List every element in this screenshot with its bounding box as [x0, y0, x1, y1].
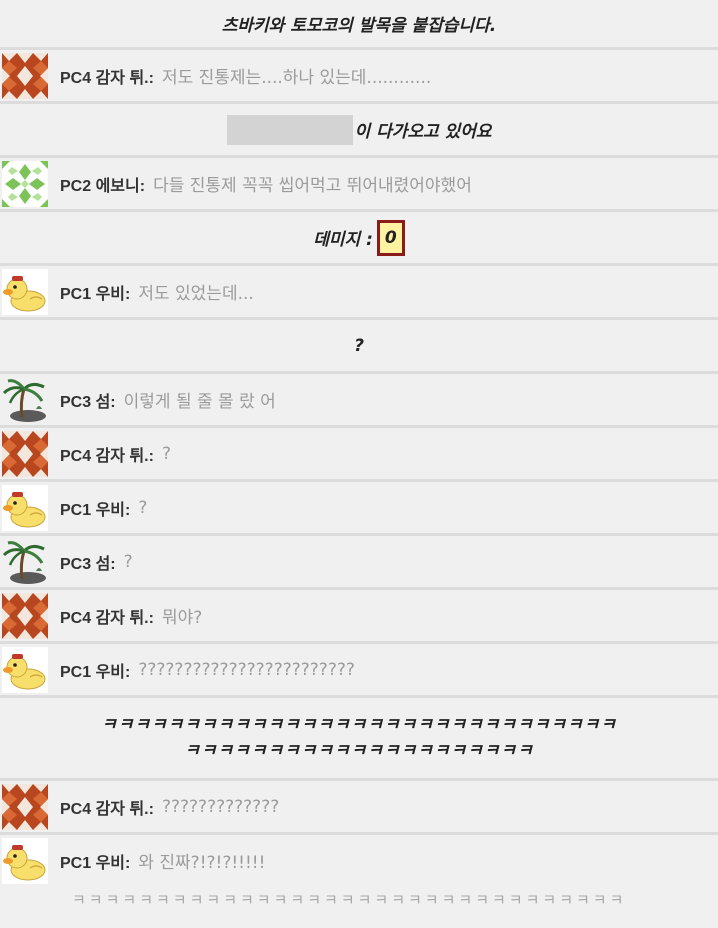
system-question: ?: [0, 320, 718, 371]
chat-message: PC1 우비: ?: [0, 482, 718, 533]
message-text: 뭐야?: [161, 608, 203, 628]
chat-message: PC3 섬: 이렇게 될 줄 몰 랐 어: [0, 374, 718, 425]
system-approach: 이 다가오고 있어요: [0, 104, 718, 155]
red-quilt-avatar-icon[interactable]: [2, 431, 48, 477]
damage-value-box: 0: [376, 219, 405, 256]
chat-message: PC4 감자 튀.: 뭐야?: [0, 590, 718, 641]
speaker-name[interactable]: PC4 감자 튀.:: [60, 795, 154, 819]
laugh-line-2: ㅋㅋㅋㅋㅋㅋㅋㅋㅋㅋㅋㅋㅋㅋㅋㅋㅋㅋㅋㅋㅋ: [184, 741, 534, 761]
red-quilt-avatar-icon[interactable]: [2, 593, 48, 639]
green-pattern-avatar-icon[interactable]: [2, 161, 48, 207]
chat-log: 츠바키와 토모코의 발목을 붙잡습니다. PC4 감자 튀.: 저도 진통제는.…: [0, 0, 718, 916]
chat-message: PC4 감자 튀.: ?: [0, 428, 718, 479]
damage-label: 데미지 :: [313, 230, 373, 250]
chat-message: PC4 감자 튀.: ?????????????: [0, 781, 718, 832]
red-quilt-avatar-icon[interactable]: [2, 784, 48, 830]
approach-text: 이 다가오고 있어요: [354, 122, 492, 142]
speaker-name[interactable]: PC1 우비:: [60, 496, 130, 520]
message-text: 저도 있었는데...: [138, 284, 254, 304]
system-laugh: ㅋㅋㅋㅋㅋㅋㅋㅋㅋㅋㅋㅋㅋㅋㅋㅋㅋㅋㅋㅋㅋㅋㅋㅋㅋㅋㅋㅋㅋㅋㅋ ㅋㅋㅋㅋㅋㅋㅋㅋ…: [0, 698, 718, 778]
speaker-name[interactable]: PC1 우비:: [60, 280, 130, 304]
chat-message: PC1 우비: ????????????????????????: [0, 644, 718, 695]
message-text: ?: [161, 443, 171, 464]
palm-island-avatar-icon[interactable]: [2, 539, 48, 585]
chat-message: PC4 감자 튀.: 저도 진통제는....하나 있는데............: [0, 50, 718, 101]
yellow-duck-avatar-icon[interactable]: [2, 269, 48, 315]
yellow-duck-avatar-icon[interactable]: [2, 838, 48, 884]
redacted-block: [226, 114, 353, 145]
message-text: ?: [123, 551, 133, 572]
footer-laugh-text: ㅋㅋㅋㅋㅋㅋㅋㅋㅋㅋㅋㅋㅋㅋㅋㅋㅋㅋㅋㅋㅋㅋㅋㅋㅋㅋㅋㅋㅋㅋㅋㅋㅋ: [72, 891, 627, 909]
message-text: ?: [138, 497, 148, 518]
yellow-duck-avatar-icon[interactable]: [2, 647, 48, 693]
speaker-name[interactable]: PC3 섬:: [60, 550, 116, 574]
message-text: ????????????????????????: [138, 659, 355, 680]
yellow-duck-avatar-icon[interactable]: [2, 485, 48, 531]
message-text: 다들 진통제 꼭꼭 씹어먹고 뛰어내렸어야했어: [153, 176, 472, 196]
message-text: ?????????????: [161, 796, 280, 817]
message-text: 이렇게 될 줄 몰 랐 어: [123, 392, 276, 412]
speaker-name[interactable]: PC4 감자 튀.:: [60, 64, 154, 88]
speaker-name[interactable]: PC4 감자 튀.:: [60, 604, 154, 628]
red-quilt-avatar-icon[interactable]: [2, 53, 48, 99]
speaker-name[interactable]: PC2 에보니:: [60, 172, 145, 196]
speaker-name[interactable]: PC1 우비:: [60, 658, 130, 682]
system-title: 츠바키와 토모코의 발목을 붙잡습니다.: [0, 0, 718, 47]
speaker-name[interactable]: PC3 섬:: [60, 388, 116, 412]
question-text: ?: [354, 335, 364, 356]
chat-message: PC1 우비: 와 진짜?!?!?!!!!!: [0, 835, 718, 886]
chat-message: PC3 섬: ?: [0, 536, 718, 587]
laugh-line-1: ㅋㅋㅋㅋㅋㅋㅋㅋㅋㅋㅋㅋㅋㅋㅋㅋㅋㅋㅋㅋㅋㅋㅋㅋㅋㅋㅋㅋㅋㅋㅋ: [101, 715, 617, 735]
chat-message: PC1 우비: 저도 있었는데...: [0, 266, 718, 317]
message-text: 저도 진통제는....하나 있는데............: [161, 68, 432, 88]
speaker-name[interactable]: PC1 우비:: [60, 849, 130, 873]
system-damage: 데미지 : 0: [0, 212, 718, 263]
chat-message: PC2 에보니: 다들 진통제 꼭꼭 씹어먹고 뛰어내렸어야했어: [0, 158, 718, 209]
speaker-name[interactable]: PC4 감자 튀.:: [60, 442, 154, 466]
palm-island-avatar-icon[interactable]: [2, 377, 48, 423]
message-text: 와 진짜?!?!?!!!!!: [138, 853, 266, 873]
system-title-text: 츠바키와 토모코의 발목을 붙잡습니다.: [221, 16, 497, 36]
